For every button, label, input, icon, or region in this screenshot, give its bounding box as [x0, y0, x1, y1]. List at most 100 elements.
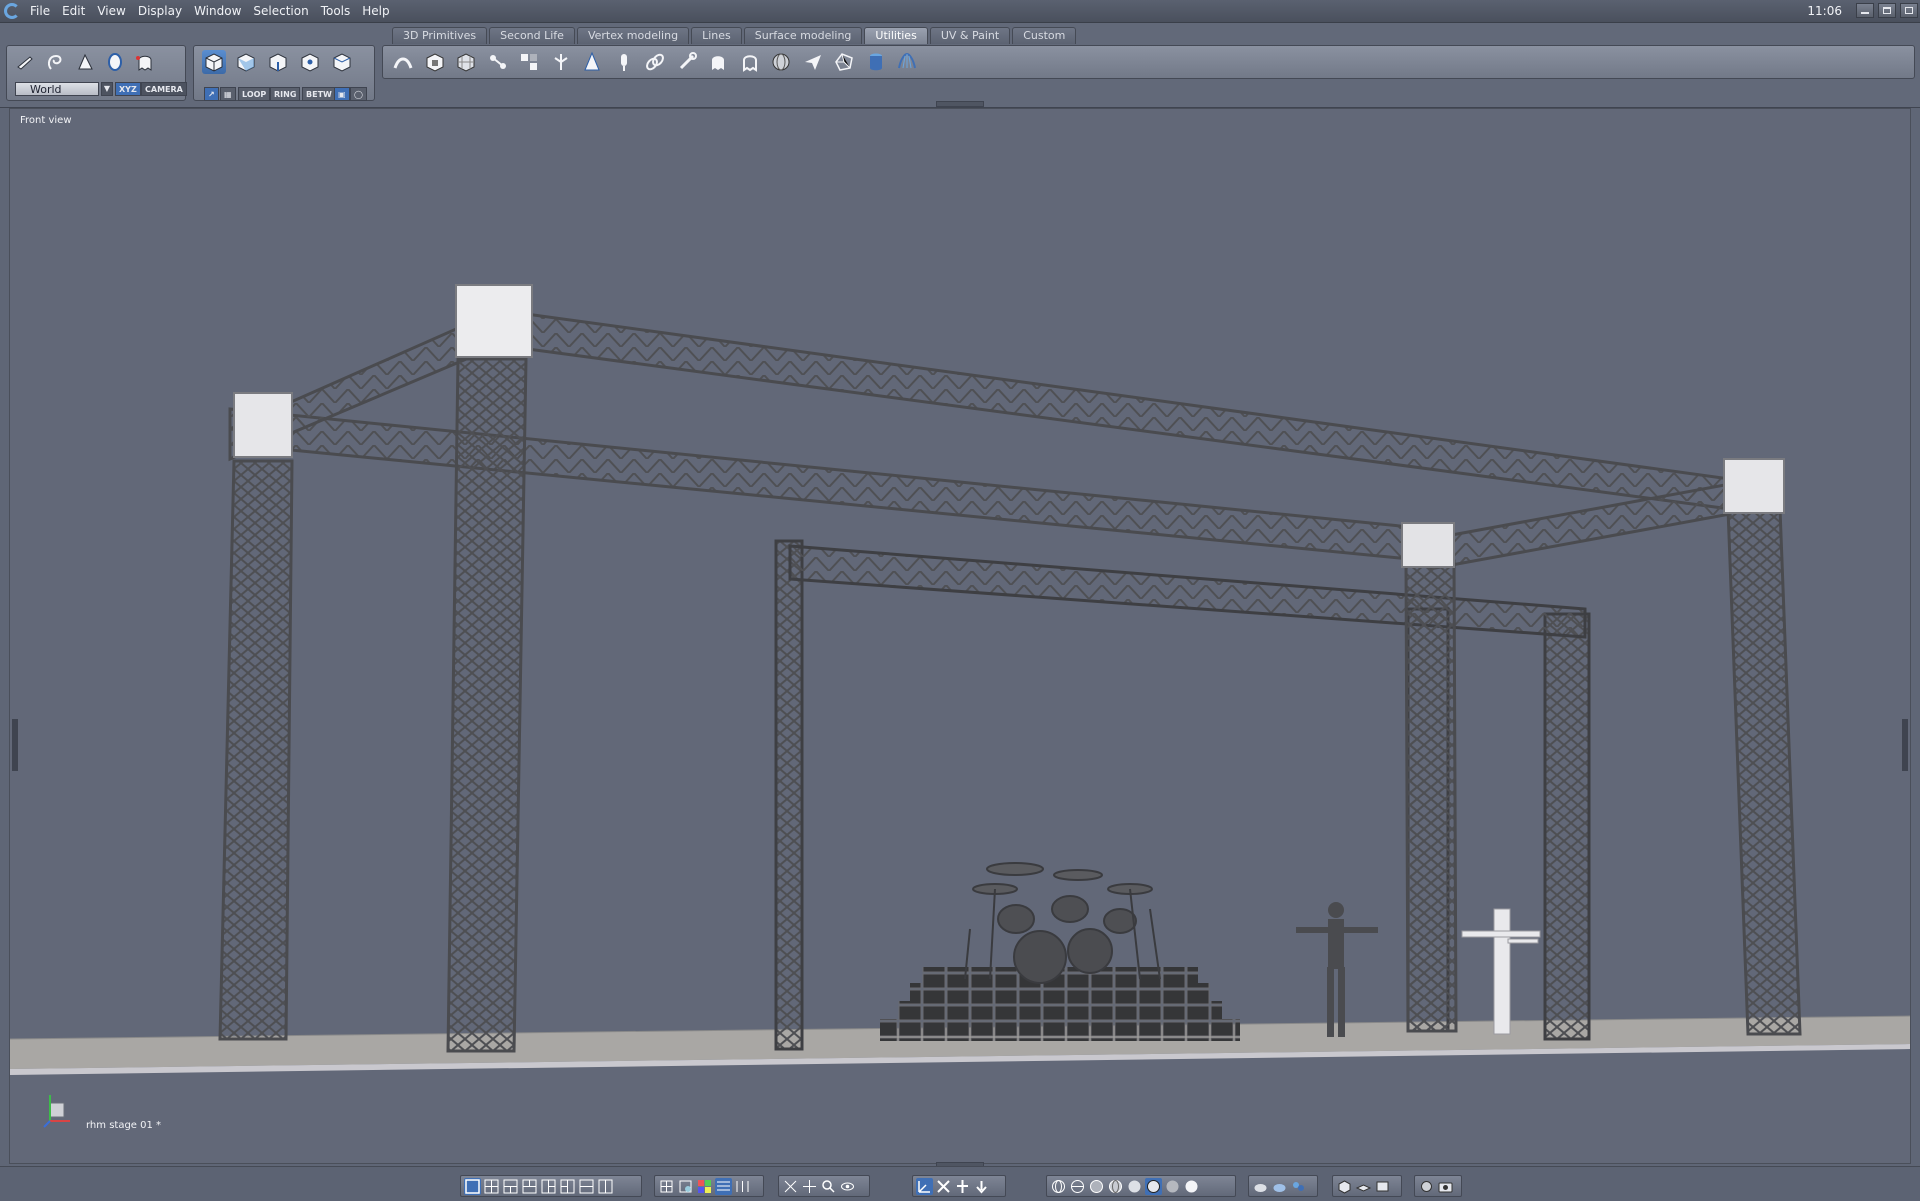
scale-tool-icon[interactable]: [935, 1178, 952, 1195]
maximize-button[interactable]: [1878, 3, 1896, 18]
ghost-select-icon[interactable]: [133, 50, 157, 74]
object-mode-icon[interactable]: [202, 50, 226, 74]
vertex-mode-icon[interactable]: [298, 50, 322, 74]
capture-group: [1414, 1175, 1462, 1197]
menu-selection[interactable]: Selection: [247, 0, 314, 22]
grid-select-toggle[interactable]: ▦: [220, 87, 236, 101]
circle-select-toggle[interactable]: ◯: [350, 87, 367, 101]
decimate-icon[interactable]: [832, 50, 856, 74]
toolbar-collapse-handle[interactable]: [936, 101, 984, 107]
face-mode-icon[interactable]: [234, 50, 258, 74]
eye-icon[interactable]: [839, 1178, 856, 1195]
chevron-down-icon[interactable]: ▼: [101, 82, 113, 96]
ring-button[interactable]: RING: [270, 87, 301, 101]
sphere-icon[interactable]: [769, 50, 793, 74]
between-button[interactable]: BETW: [302, 87, 336, 101]
split-vertical-icon[interactable]: [597, 1178, 614, 1195]
render-settings-icon[interactable]: [1418, 1178, 1435, 1195]
coord-system-select[interactable]: World: [15, 82, 99, 96]
zoom-icon[interactable]: [820, 1178, 837, 1195]
gray-sphere-icon[interactable]: [1164, 1178, 1181, 1195]
triangle-select-icon[interactable]: [73, 50, 97, 74]
three-view-right-icon[interactable]: [559, 1178, 576, 1195]
quad-view-icon[interactable]: [483, 1178, 500, 1195]
smooth-sphere-icon[interactable]: [1126, 1178, 1143, 1195]
list-view-icon[interactable]: [734, 1178, 751, 1195]
box-grid-icon[interactable]: [454, 50, 478, 74]
camera-toggle[interactable]: CAMERA: [141, 82, 187, 96]
three-view-bottom-icon[interactable]: [521, 1178, 538, 1195]
paint-select-icon[interactable]: [103, 50, 127, 74]
split-horizontal-icon[interactable]: [578, 1178, 595, 1195]
link-icon[interactable]: [675, 50, 699, 74]
stack-icon[interactable]: [1374, 1178, 1391, 1195]
table-view-icon[interactable]: [715, 1177, 732, 1195]
right-panel-handle[interactable]: [1902, 719, 1908, 771]
ghost-icon[interactable]: [706, 50, 730, 74]
lasso-select-icon[interactable]: [43, 50, 67, 74]
wireframe-sphere-icon[interactable]: [1050, 1178, 1067, 1195]
menu-help[interactable]: Help: [356, 0, 395, 22]
all-mode-icon[interactable]: [330, 50, 354, 74]
tab-custom[interactable]: Custom: [1012, 27, 1077, 44]
light-dish-icon[interactable]: [1252, 1178, 1269, 1195]
menu-file[interactable]: File: [24, 0, 56, 22]
xyz-toggle[interactable]: XYZ: [115, 82, 141, 96]
layers-icon[interactable]: [1355, 1178, 1372, 1195]
tab-second-life[interactable]: Second Life: [489, 27, 575, 44]
pan-icon[interactable]: [801, 1178, 818, 1195]
bottom-toolbar: [0, 1166, 1920, 1201]
color-grid-icon[interactable]: [696, 1178, 713, 1195]
explode-icon[interactable]: [517, 50, 541, 74]
minimize-button[interactable]: [1856, 3, 1874, 18]
single-view-icon[interactable]: [464, 1177, 481, 1195]
edge-mode-icon[interactable]: [266, 50, 290, 74]
left-panel-handle[interactable]: [12, 719, 18, 771]
flat-sphere-icon[interactable]: [1088, 1178, 1105, 1195]
pin-icon[interactable]: [612, 50, 636, 74]
tab-utilities[interactable]: Utilities: [864, 27, 928, 44]
ghost-outline-icon[interactable]: [738, 50, 762, 74]
camera-icon[interactable]: [1437, 1178, 1454, 1195]
front-viewport[interactable]: Front view rhm stage 01 *: [9, 108, 1911, 1164]
loop-button[interactable]: LOOP: [238, 87, 271, 101]
weld-icon[interactable]: [391, 50, 415, 74]
move-axis-icon[interactable]: [916, 1177, 933, 1195]
shaded-wire-sphere-icon[interactable]: [1145, 1177, 1162, 1195]
tab-3d-primitives[interactable]: 3D Primitives: [392, 27, 488, 44]
chain-link-icon[interactable]: [643, 50, 667, 74]
menu-edit[interactable]: Edit: [56, 0, 91, 22]
menu-window[interactable]: Window: [188, 0, 247, 22]
tab-vertex-modeling[interactable]: Vertex modeling: [576, 27, 690, 44]
light-dish-blue-icon[interactable]: [1271, 1178, 1288, 1195]
drape-icon[interactable]: [895, 50, 919, 74]
three-view-top-icon[interactable]: [502, 1178, 519, 1195]
select-arrow-icon[interactable]: [13, 50, 37, 74]
menu-view[interactable]: View: [91, 0, 131, 22]
cylinder-icon[interactable]: [864, 50, 888, 74]
grid-settings-icon[interactable]: [677, 1178, 694, 1195]
menu-tools[interactable]: Tools: [315, 0, 357, 22]
fit-view-icon[interactable]: [782, 1178, 799, 1195]
menu-display[interactable]: Display: [132, 0, 188, 22]
grid-icon[interactable]: [658, 1178, 675, 1195]
tab-surface-modeling[interactable]: Surface modeling: [743, 27, 863, 44]
cube-icon[interactable]: [1336, 1178, 1353, 1195]
cone-point-icon[interactable]: [580, 50, 604, 74]
send-icon[interactable]: [801, 50, 825, 74]
smooth-wire-sphere-icon[interactable]: [1107, 1178, 1124, 1195]
drop-tool-icon[interactable]: [973, 1178, 990, 1195]
tab-lines[interactable]: Lines: [691, 27, 742, 44]
connect-icon[interactable]: [486, 50, 510, 74]
three-view-left-icon[interactable]: [540, 1178, 557, 1195]
white-sphere-icon[interactable]: [1183, 1178, 1200, 1195]
split-icon[interactable]: [549, 50, 573, 74]
tab-uv-paint[interactable]: UV & Paint: [929, 27, 1011, 44]
rotate-tool-icon[interactable]: [954, 1178, 971, 1195]
window-select-toggle[interactable]: ▣: [334, 87, 350, 101]
multi-light-icon[interactable]: [1290, 1178, 1307, 1195]
select-mode-toggle[interactable]: ↗: [204, 87, 219, 101]
hidden-line-sphere-icon[interactable]: [1069, 1178, 1086, 1195]
hollow-icon[interactable]: [423, 50, 447, 74]
restore-button[interactable]: [1900, 3, 1918, 18]
